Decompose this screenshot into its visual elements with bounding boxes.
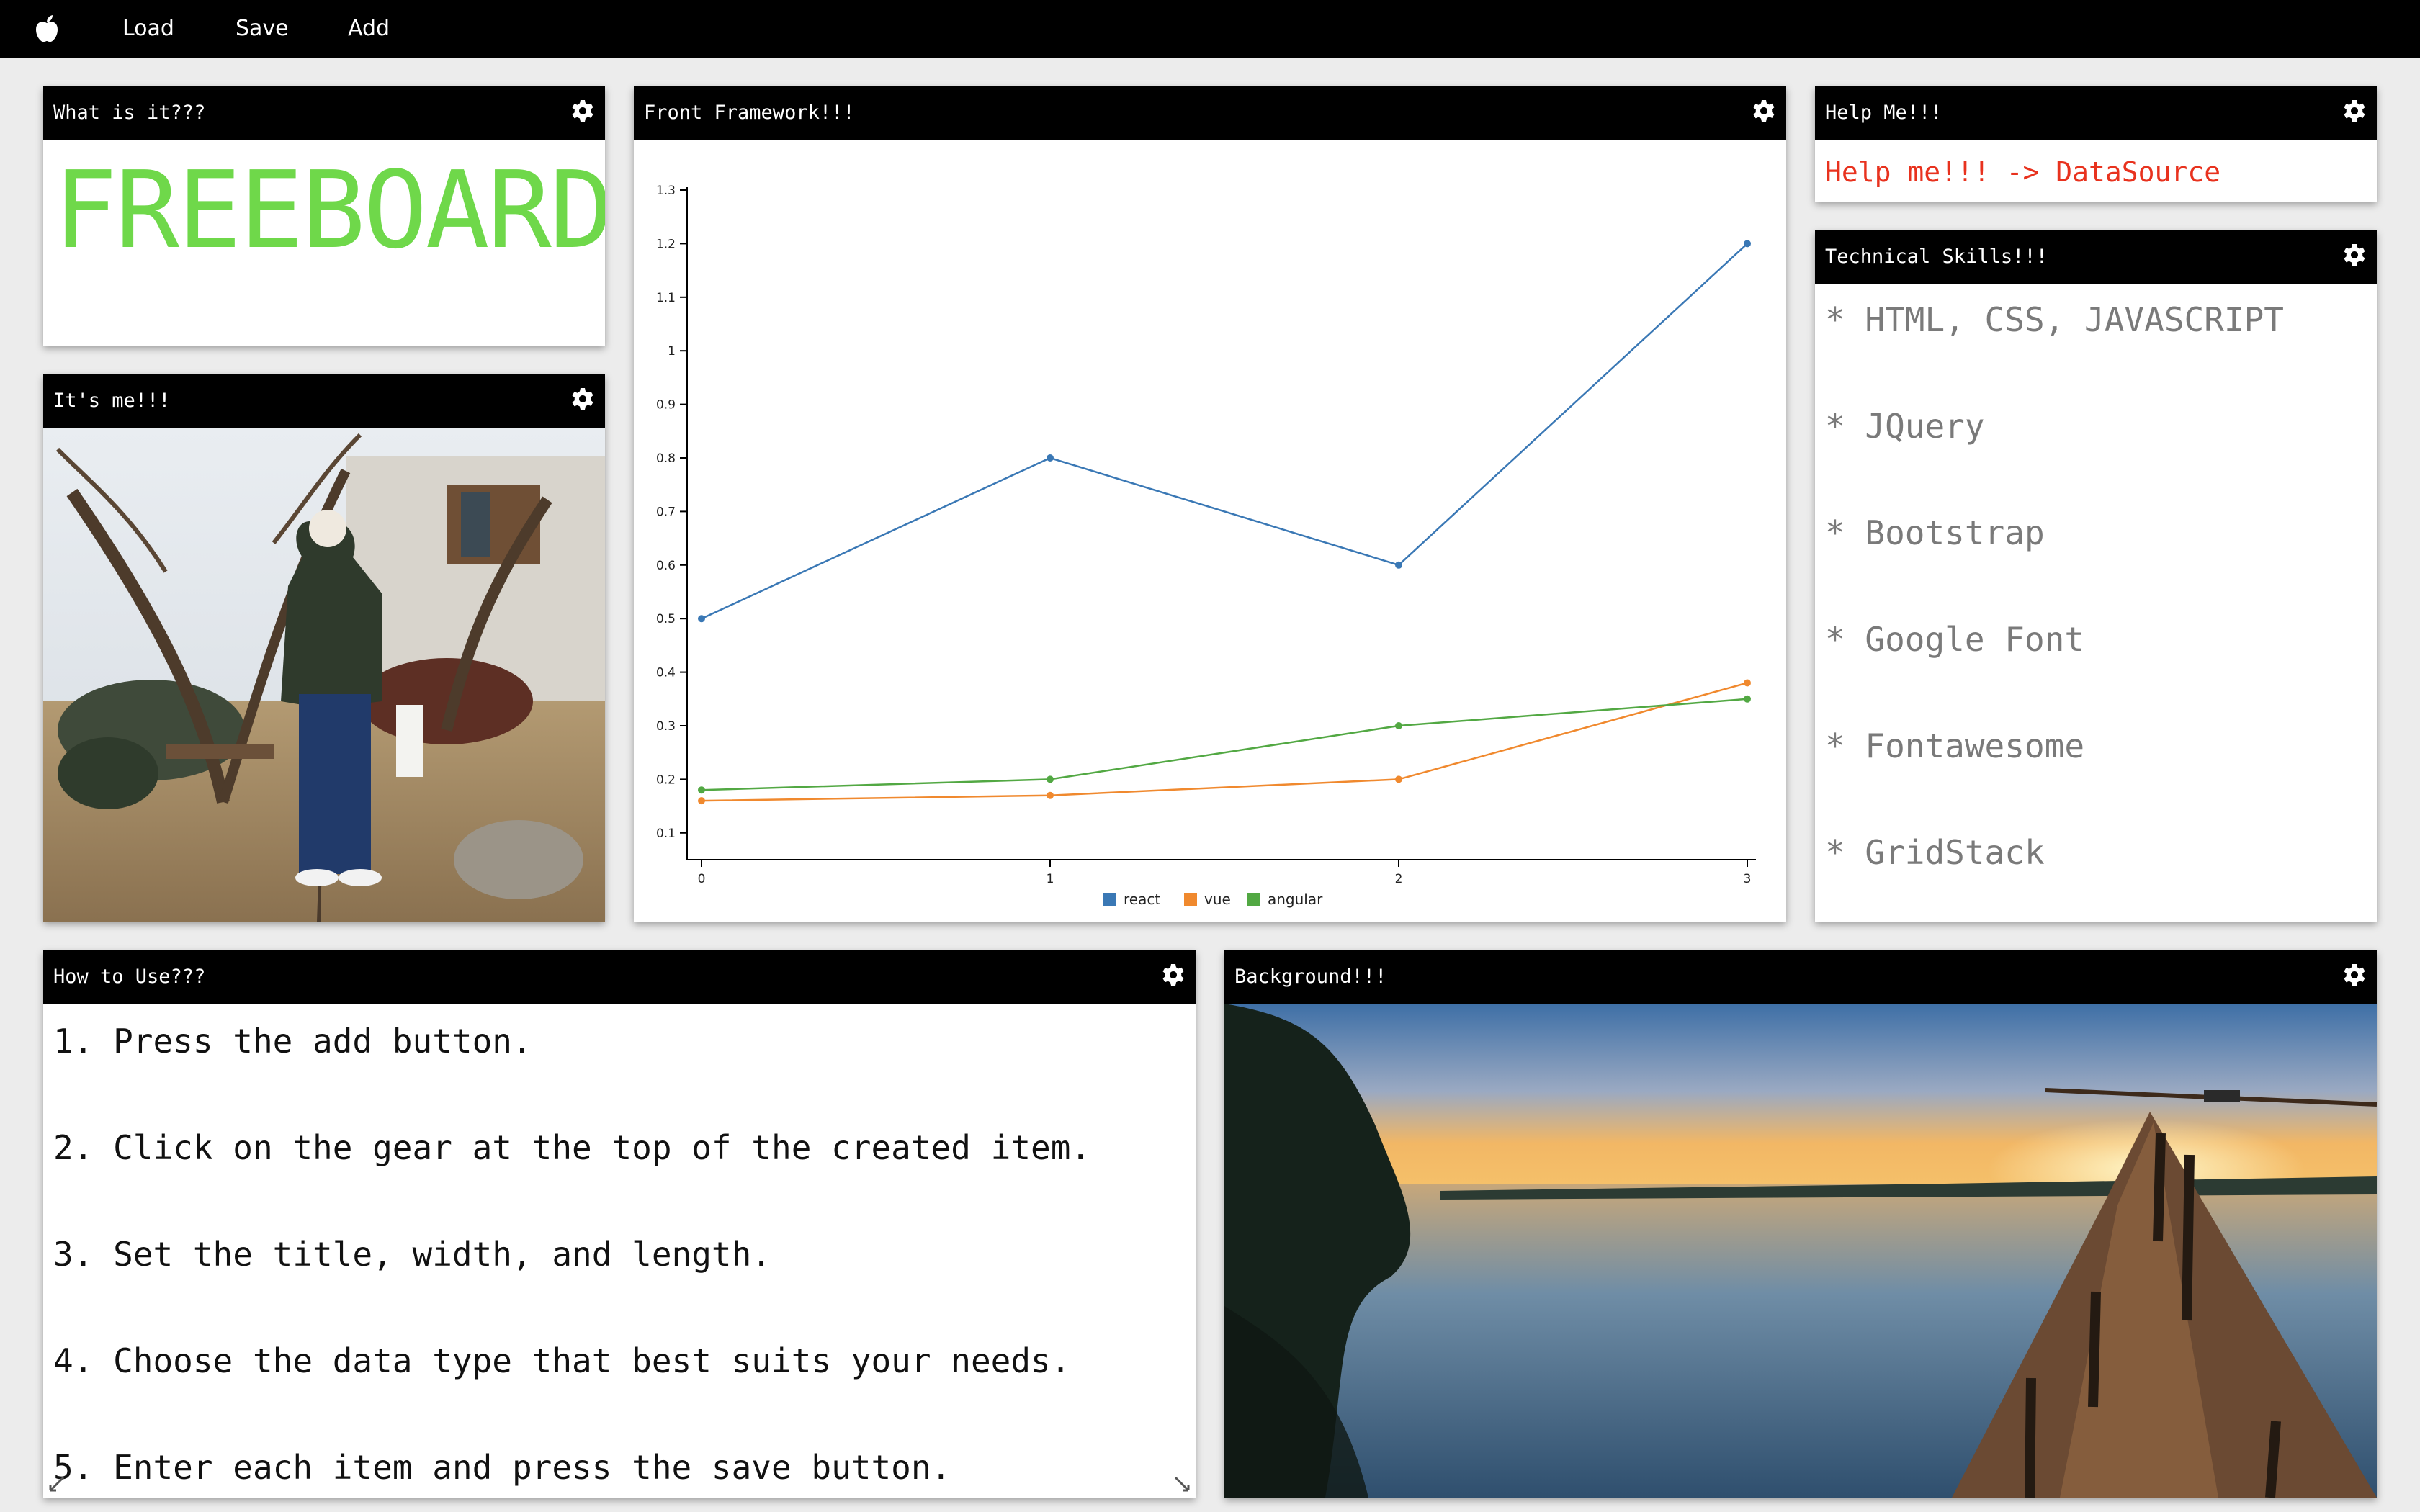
x-tick-label: 3 xyxy=(1744,872,1752,886)
datasource-link[interactable]: Help me!!! -> DataSource xyxy=(1825,140,2220,202)
line-chart: 0.1 0.2 0.3 0.4 0.5 0.6 0.7 0.8 0.9 1 1.1 1.2 1.3 0 1 2… xyxy=(656,184,1756,908)
legend-label-react: react xyxy=(1124,891,1160,908)
widget-body: FREEBOARD xyxy=(43,140,605,346)
widget-help-me: Help Me!!! Help me!!! -> DataSource xyxy=(1815,86,2377,202)
data-point-angular xyxy=(698,786,705,794)
skill-item: * GridStack xyxy=(1825,833,2045,872)
widget-title: It's me!!! xyxy=(53,390,171,412)
data-point-vue xyxy=(1744,679,1751,687)
data-point-vue xyxy=(698,797,705,805)
menu-add[interactable]: Add xyxy=(348,0,390,58)
step-item: 1. Press the add button. xyxy=(53,1022,532,1061)
widget-what-is-it: What is it??? FREEBOARD xyxy=(43,86,605,346)
resize-handle-icon[interactable] xyxy=(48,1475,66,1493)
y-tick-label: 0.5 xyxy=(656,612,676,626)
y-tick-label: 1.1 xyxy=(656,291,676,305)
y-tick-label: 1 xyxy=(668,344,676,359)
steps-list: 1. Press the add button. 2. Click on the… xyxy=(53,1004,1090,1498)
y-tick-label: 0.9 xyxy=(656,398,676,413)
step-item: 4. Choose the data type that best suits … xyxy=(53,1341,1071,1380)
gear-icon[interactable] xyxy=(1752,99,1776,123)
data-point-angular xyxy=(1047,775,1054,783)
x-tick-label: 1 xyxy=(1047,872,1054,886)
skill-item: * Google Font xyxy=(1825,620,2085,659)
skills-list: * HTML, CSS, JAVASCRIPT * JQuery * Boots… xyxy=(1825,284,2284,922)
y-tick-label: 0.2 xyxy=(656,773,676,787)
skill-item: * HTML, CSS, JAVASCRIPT xyxy=(1825,300,2284,339)
y-tick-label: 0.7 xyxy=(656,505,676,519)
y-tick-label: 0.3 xyxy=(656,719,676,734)
widget-header: Front Framework!!! xyxy=(634,86,1786,140)
gear-icon[interactable] xyxy=(2342,243,2367,267)
legend-label-vue: vue xyxy=(1204,891,1231,908)
data-point-react xyxy=(698,615,705,623)
widget-body: 1. Press the add button. 2. Click on the… xyxy=(43,1004,1196,1498)
widget-title: Help Me!!! xyxy=(1825,102,1942,124)
widget-header: What is it??? xyxy=(43,86,605,140)
gear-icon[interactable] xyxy=(570,387,595,411)
data-point-react xyxy=(1047,454,1054,462)
data-point-react xyxy=(1744,240,1751,248)
y-tick-label: 1.2 xyxy=(656,237,676,251)
resize-handle-icon[interactable] xyxy=(1173,1475,1191,1493)
series-line-vue xyxy=(701,682,1748,802)
data-point-react xyxy=(1395,561,1402,569)
data-point-angular xyxy=(1395,722,1402,729)
series-line-angular xyxy=(701,698,1748,791)
y-tick-label: 0.8 xyxy=(656,451,676,466)
widget-header: Technical Skills!!! xyxy=(1815,230,2377,284)
widget-title: Front Framework!!! xyxy=(644,102,855,124)
widget-body: * HTML, CSS, JAVASCRIPT * JQuery * Boots… xyxy=(1815,284,2377,922)
series-line-react xyxy=(701,243,1748,620)
step-item: 5. Enter each item and press the save bu… xyxy=(53,1448,951,1487)
data-point-angular xyxy=(1744,695,1751,703)
widget-header: Help Me!!! xyxy=(1815,86,2377,140)
widget-body: Help me!!! -> DataSource xyxy=(1815,140,2377,202)
skill-item: * Fontawesome xyxy=(1825,726,2085,765)
gear-icon[interactable] xyxy=(1161,963,1186,987)
y-tick-label: 0.4 xyxy=(656,666,676,680)
gear-icon[interactable] xyxy=(2342,963,2367,987)
widget-title: Background!!! xyxy=(1234,966,1387,988)
legend-swatch-vue xyxy=(1184,893,1197,906)
data-point-vue xyxy=(1047,791,1054,799)
widget-background: Background!!! xyxy=(1224,950,2377,1498)
widget-header: How to Use??? xyxy=(43,950,1196,1004)
top-menu-bar: Load Save Add xyxy=(0,0,2420,58)
skill-item: * Bootstrap xyxy=(1825,513,2045,552)
legend-label-angular: angular xyxy=(1268,891,1323,908)
freeboard-text: FREEBOARD xyxy=(53,148,605,272)
step-item: 3. Set the title, width, and length. xyxy=(53,1235,771,1274)
y-tick-label: 1.3 xyxy=(656,184,676,198)
legend-swatch-angular xyxy=(1247,893,1260,906)
widget-title: How to Use??? xyxy=(53,966,206,988)
widget-front-framework: Front Framework!!! 0.1 0.2 0.3 0.4 0.5 0.6 0.7… xyxy=(634,86,1786,922)
x-tick-label: 0 xyxy=(698,872,706,886)
widget-title: What is it??? xyxy=(53,102,206,124)
widget-title: Technical Skills!!! xyxy=(1825,246,2048,268)
profile-photo xyxy=(43,428,605,922)
x-tick-label: 2 xyxy=(1395,872,1403,886)
data-point-vue xyxy=(1395,775,1402,783)
gear-icon[interactable] xyxy=(570,99,595,123)
widget-how-to-use: How to Use??? 1. Press the add button. 2… xyxy=(43,950,1196,1498)
gear-icon[interactable] xyxy=(2342,99,2367,123)
skill-item: * JQuery xyxy=(1825,407,1985,446)
menu-save[interactable]: Save xyxy=(236,0,289,58)
widget-header: Background!!! xyxy=(1224,950,2377,1004)
y-tick-label: 0.1 xyxy=(656,827,676,841)
widget-its-me: It's me!!! xyxy=(43,374,605,922)
menu-load[interactable]: Load xyxy=(122,0,174,58)
y-tick-label: 0.6 xyxy=(656,559,676,573)
widget-header: It's me!!! xyxy=(43,374,605,428)
chart-area: 0.1 0.2 0.3 0.4 0.5 0.6 0.7 0.8 0.9 1 1.1 1.2 1.3 0 1 2… xyxy=(634,140,1786,922)
step-item: 2. Click on the gear at the top of the c… xyxy=(53,1128,1091,1167)
widget-technical-skills: Technical Skills!!! * HTML, CSS, JAVASCR… xyxy=(1815,230,2377,922)
apple-icon[interactable] xyxy=(35,14,59,43)
background-image xyxy=(1224,1004,2377,1498)
legend-swatch-react xyxy=(1103,893,1116,906)
